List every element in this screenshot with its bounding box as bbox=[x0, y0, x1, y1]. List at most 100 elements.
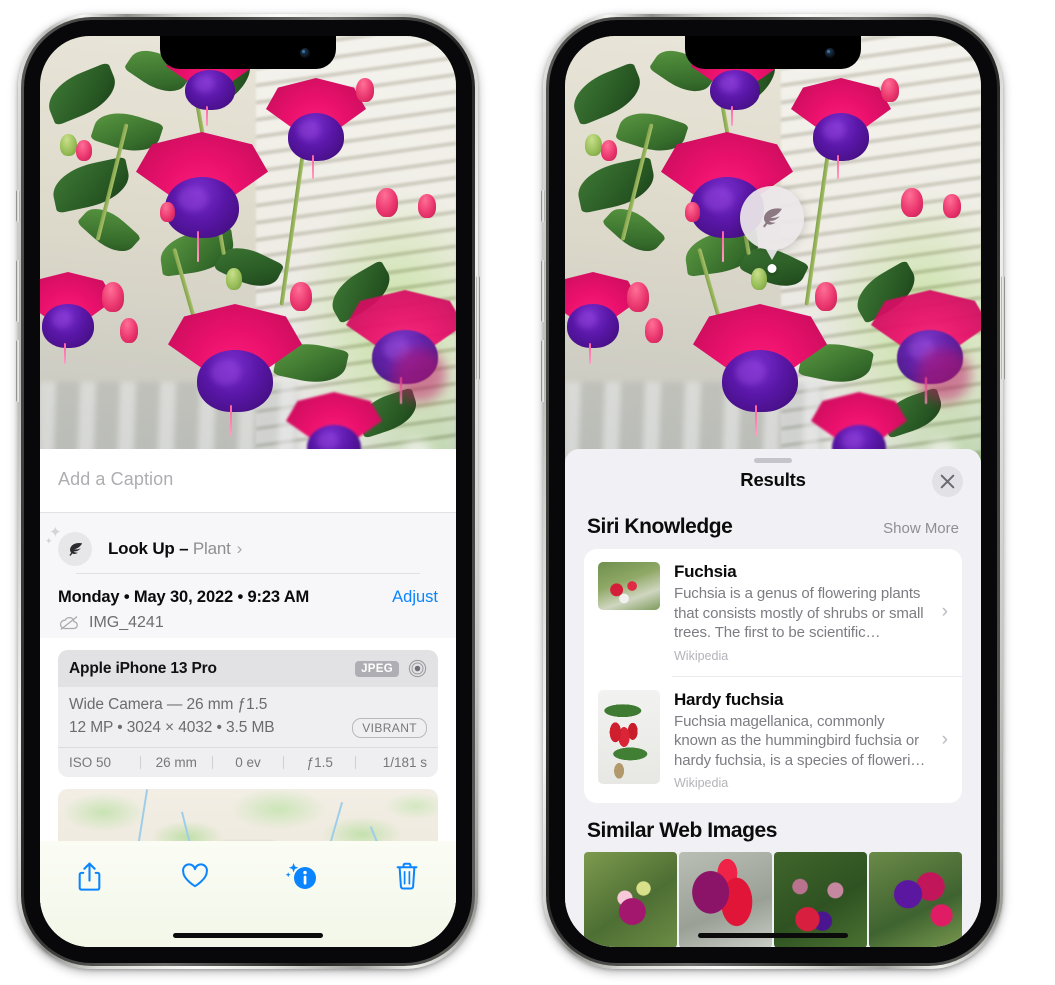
web-image-thumbnail[interactable] bbox=[869, 852, 962, 947]
chevron-right-icon: › bbox=[941, 728, 948, 750]
info-sparkle-icon bbox=[285, 863, 316, 889]
flower-bud bbox=[881, 78, 899, 102]
knowledge-text: Hardy fuchsia Fuchsia magellanica, commo… bbox=[674, 690, 950, 791]
datetime-row: Monday • May 30, 2022 • 9:23 AM Adjust bbox=[58, 588, 438, 607]
knowledge-thumbnail bbox=[598, 689, 660, 784]
knowledge-description: Fuchsia is a genus of flowering plants t… bbox=[674, 585, 924, 641]
fuchsia-flower bbox=[693, 304, 827, 436]
metadata-section: Monday • May 30, 2022 • 9:23 AM Adjust I… bbox=[40, 574, 456, 638]
look-up-label: Look Up – Plant bbox=[108, 539, 231, 559]
side-power-button[interactable] bbox=[1001, 276, 1005, 380]
flower-bud bbox=[60, 134, 77, 156]
flower-bud bbox=[601, 140, 617, 161]
siri-knowledge-header: Siri Knowledge Show More bbox=[565, 511, 981, 549]
pin-anchor-dot bbox=[767, 264, 777, 273]
display-notch bbox=[160, 36, 336, 69]
flower-bud bbox=[290, 282, 312, 311]
photo-datetime: Monday • May 30, 2022 • 9:23 AM bbox=[58, 588, 310, 606]
camera-header-badges: JPEG bbox=[355, 659, 427, 678]
image-specs: 12 MP • 3024 × 4032 • 3.5 MB bbox=[69, 719, 275, 736]
flower-bud bbox=[356, 78, 374, 102]
visual-lookup-pin[interactable] bbox=[740, 186, 804, 273]
section-title: Similar Web Images bbox=[587, 819, 777, 842]
left-iphone-device: Add a Caption ✦ ✦ Look Up – Plant › Mond… bbox=[16, 14, 480, 969]
camera-card-body: Wide Camera — 26 mm ƒ1.5 12 MP • 3024 × … bbox=[58, 687, 438, 747]
favorite-button[interactable] bbox=[174, 855, 216, 897]
leaf-icon bbox=[763, 208, 782, 228]
volume-up-button[interactable] bbox=[16, 260, 20, 322]
close-icon bbox=[940, 474, 955, 489]
home-indicator[interactable] bbox=[173, 933, 323, 938]
home-indicator[interactable] bbox=[698, 933, 848, 938]
camera-device-name: Apple iPhone 13 Pro bbox=[69, 659, 217, 677]
siri-knowledge-card: Fuchsia Fuchsia is a genus of flowering … bbox=[584, 549, 962, 803]
leaf-icon bbox=[68, 542, 82, 556]
photo-filename: IMG_4241 bbox=[89, 614, 164, 631]
specs-row: 12 MP • 3024 × 4032 • 3.5 MB VIBRANT bbox=[69, 718, 427, 738]
results-title: Results bbox=[740, 469, 806, 490]
lens-info: Wide Camera — 26 mm ƒ1.5 bbox=[69, 696, 268, 713]
left-phone-screen: Add a Caption ✦ ✦ Look Up – Plant › Mond… bbox=[40, 36, 456, 947]
exif-ev: 0 ev bbox=[235, 755, 261, 770]
chevron-right-icon: › bbox=[236, 539, 243, 558]
fuchsia-flower bbox=[40, 272, 114, 365]
fuchsia-flower bbox=[565, 272, 639, 365]
similar-web-images-header: Similar Web Images bbox=[565, 803, 981, 852]
delete-button[interactable] bbox=[386, 855, 428, 897]
sparkle-icon: ✦ bbox=[45, 536, 53, 546]
flower-bud bbox=[160, 202, 175, 222]
aperture-icon bbox=[408, 659, 427, 678]
exif-row: ISO 50 26 mm 0 ev ƒ1.5 1/181 s bbox=[58, 747, 438, 777]
flower-bud bbox=[102, 282, 124, 312]
front-camera-icon bbox=[300, 48, 310, 58]
front-camera-icon bbox=[825, 48, 835, 58]
flower-bud bbox=[226, 268, 242, 290]
caption-row[interactable]: Add a Caption bbox=[40, 449, 456, 512]
volume-down-button[interactable] bbox=[16, 340, 20, 402]
fuchsia-flower bbox=[266, 78, 366, 180]
volume-up-button[interactable] bbox=[541, 260, 545, 322]
flower-bud bbox=[685, 202, 700, 222]
results-sheet: Results Siri Knowledge Show More Fuchsia… bbox=[565, 449, 981, 947]
bokeh-blob bbox=[392, 348, 446, 402]
silence-switch[interactable] bbox=[541, 190, 545, 222]
bokeh-blob bbox=[917, 348, 971, 402]
photo-toolbar bbox=[40, 841, 456, 947]
knowledge-description: Fuchsia magellanica, commonly known as t… bbox=[674, 712, 926, 769]
flower-bud bbox=[901, 188, 923, 217]
exif-iso: ISO 50 bbox=[69, 755, 112, 770]
display-notch bbox=[685, 36, 861, 69]
web-image-thumbnail[interactable] bbox=[584, 852, 677, 947]
share-button[interactable] bbox=[68, 855, 110, 897]
heart-icon bbox=[182, 863, 208, 888]
knowledge-source: Wikipedia bbox=[674, 776, 729, 790]
flower-bud bbox=[376, 188, 398, 217]
exif-focal: 26 mm bbox=[155, 755, 197, 770]
look-up-plant-row[interactable]: ✦ ✦ Look Up – Plant › bbox=[45, 525, 438, 573]
pin-bubble bbox=[740, 186, 804, 250]
flower-bud bbox=[645, 318, 663, 343]
adjust-button[interactable]: Adjust bbox=[392, 588, 438, 607]
knowledge-title: Hardy fuchsia bbox=[674, 689, 784, 709]
close-button[interactable] bbox=[932, 466, 963, 497]
show-more-button[interactable]: Show More bbox=[883, 520, 959, 537]
knowledge-text: Fuchsia Fuchsia is a genus of flowering … bbox=[674, 562, 950, 663]
volume-down-button[interactable] bbox=[541, 340, 545, 402]
knowledge-item-fuchsia[interactable]: Fuchsia Fuchsia is a genus of flowering … bbox=[584, 549, 962, 676]
lookup-section: ✦ ✦ Look Up – Plant › bbox=[40, 512, 456, 574]
camera-card-header: Apple iPhone 13 Pro JPEG bbox=[58, 650, 438, 687]
knowledge-source: Wikipedia bbox=[674, 648, 729, 663]
exif-shutter: 1/181 s bbox=[382, 755, 427, 770]
right-phone-screen: Results Siri Knowledge Show More Fuchsia… bbox=[565, 36, 981, 947]
fuchsia-flower bbox=[168, 304, 302, 436]
caption-input[interactable]: Add a Caption bbox=[58, 469, 438, 490]
results-header: Results bbox=[565, 449, 981, 511]
side-power-button[interactable] bbox=[476, 276, 480, 380]
info-button[interactable] bbox=[280, 855, 322, 897]
silence-switch[interactable] bbox=[16, 190, 20, 222]
knowledge-title: Fuchsia bbox=[674, 562, 737, 581]
leaf-badge: ✦ ✦ bbox=[45, 525, 92, 566]
chevron-right-icon: › bbox=[941, 601, 948, 623]
knowledge-item-hardy-fuchsia[interactable]: Hardy fuchsia Fuchsia magellanica, commo… bbox=[584, 677, 962, 804]
camera-info-card[interactable]: Apple iPhone 13 Pro JPEG Wide Camera — 2… bbox=[58, 650, 438, 777]
